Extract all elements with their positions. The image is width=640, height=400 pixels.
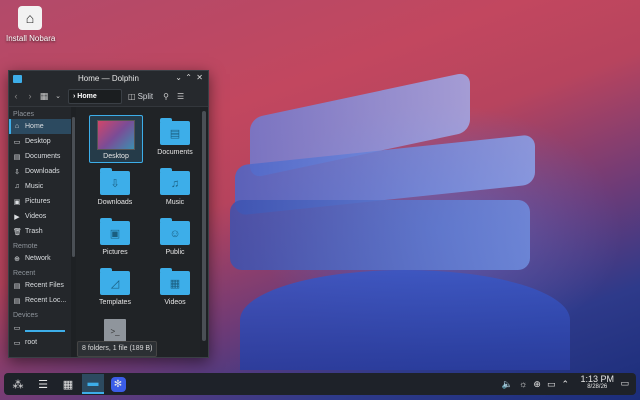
- network-icon: ⊕: [14, 255, 20, 263]
- back-icon[interactable]: ‹: [9, 91, 23, 101]
- sidebar-item-downloads[interactable]: ⇩ Downloads: [9, 164, 71, 179]
- sidebar-item-pictures[interactable]: ▣ Pictures: [9, 194, 71, 209]
- launcher-icon: ⁂: [12, 378, 24, 391]
- folder-icon: ▬: [87, 377, 99, 389]
- volume-icon[interactable]: 🔈: [502, 379, 513, 390]
- location-bar[interactable]: › Home: [68, 88, 122, 104]
- file-view-scroll-thumb[interactable]: [202, 111, 206, 341]
- view-dropdown-icon[interactable]: ⌄: [51, 92, 65, 100]
- remote-heading: Remote: [13, 243, 38, 250]
- trash-icon: 🗑: [13, 228, 22, 236]
- folder-icon: ▤: [160, 118, 190, 145]
- folder-videos-icon: ▦: [160, 268, 190, 295]
- file-item-music[interactable]: ♫ Music: [149, 165, 201, 211]
- sidebar-item-desktop[interactable]: ▭ Desktop: [9, 134, 71, 149]
- titlebar[interactable]: Home — Dolphin ⌄ ⌃ ✕: [9, 71, 208, 86]
- drive-icon: ▭: [13, 339, 21, 347]
- file-item-videos[interactable]: ▦ Videos: [149, 265, 201, 311]
- file-item-desktop[interactable]: Desktop: [89, 115, 143, 163]
- sidebar-item-network[interactable]: ⊕ Network: [9, 251, 71, 266]
- sidebar-item-documents[interactable]: ▤ Documents: [9, 149, 71, 164]
- download-icon: ⇩: [14, 168, 20, 176]
- recent-locations-icon: ▤: [13, 297, 21, 305]
- sidebar-item-root[interactable]: ▭ root: [9, 335, 71, 350]
- sidebar-item-recent-locations[interactable]: ▤ Recent Loc...: [9, 293, 71, 308]
- taskbar-snowflake-app[interactable]: ✻: [107, 374, 129, 394]
- file-item-downloads[interactable]: ⇩ Downloads: [89, 165, 141, 211]
- desktop-thumbnail: [97, 120, 135, 150]
- recent-files-icon: ▤: [13, 282, 21, 290]
- display-icon[interactable]: ▭: [547, 379, 556, 390]
- wallpaper-swoosh: [240, 270, 570, 370]
- clock-date: 8/28/26: [587, 384, 608, 390]
- file-item-pictures[interactable]: ▣ Pictures: [89, 215, 141, 261]
- forward-icon[interactable]: ›: [23, 91, 37, 101]
- task-switcher-button[interactable]: ☰: [32, 374, 54, 394]
- discover-button[interactable]: ▦: [57, 374, 79, 394]
- show-desktop-icon[interactable]: ▭: [620, 378, 629, 389]
- sidebar-item-recent-files[interactable]: ▤ Recent Files: [9, 278, 71, 293]
- clock[interactable]: 1:13 PM 8/28/26: [580, 374, 614, 390]
- minimize-button[interactable]: ⌄: [175, 73, 182, 82]
- install-nobara-icon[interactable]: ⌂ Install Nobara: [6, 6, 56, 43]
- tray-expand-icon[interactable]: ⌃: [561, 379, 569, 390]
- places-heading: Places: [13, 111, 35, 118]
- sidebar-item-trash[interactable]: 🗑 Trash: [9, 224, 71, 239]
- places-scroll-thumb[interactable]: [72, 117, 75, 257]
- file-view-scrollbar[interactable]: [200, 107, 208, 357]
- dolphin-window[interactable]: Home — Dolphin ⌄ ⌃ ✕ ‹ › ▦ ⌄ › Home ◫ Sp…: [8, 70, 209, 358]
- wallpaper-swoosh: [230, 200, 530, 270]
- places-panel: Places ⌂ Home ▭ Desktop ▤ Documents ⇩ Downlo…: [9, 107, 72, 357]
- sidebar-item-home[interactable]: ⌂ Home: [9, 119, 71, 134]
- network-icon[interactable]: ⊕: [533, 379, 541, 390]
- sidebar-item-music[interactable]: ♫ Music: [9, 179, 71, 194]
- discover-icon: ▦: [62, 378, 74, 391]
- home-icon: ⌂: [14, 123, 20, 130]
- clock-time: 1:13 PM: [580, 374, 614, 384]
- app-launcher-button[interactable]: ⁂: [7, 374, 29, 394]
- folder-music-icon: ♫: [160, 168, 190, 195]
- taskbar-dolphin[interactable]: ▬: [82, 374, 104, 394]
- installer-icon: ⌂: [18, 6, 42, 30]
- video-icon: ▶: [14, 213, 20, 221]
- drive-icon: ▭: [13, 324, 21, 332]
- recent-heading: Recent: [13, 270, 36, 277]
- sidebar-item-videos[interactable]: ▶ Videos: [9, 209, 71, 224]
- folder-public-icon: ☺: [160, 218, 190, 245]
- install-nobara-label: Install Nobara: [6, 34, 56, 43]
- file-item-documents[interactable]: ▤ Documents: [149, 115, 201, 161]
- file-view: Desktop ▤ Documents ⇩ Downloads ♫ Music …: [77, 107, 200, 357]
- status-bar: 8 folders, 1 file (189 B): [77, 341, 158, 357]
- places-scrollbar[interactable]: [71, 107, 76, 357]
- brightness-icon[interactable]: ☼: [519, 379, 527, 389]
- menu-icon[interactable]: ☰: [177, 92, 184, 101]
- split-button[interactable]: Split: [138, 92, 154, 101]
- settings-sliders-icon: ☰: [38, 378, 48, 391]
- folder-download-icon: ⇩: [100, 168, 130, 195]
- view-mode-icon[interactable]: ▦: [37, 91, 51, 102]
- maximize-button[interactable]: ⌃: [185, 73, 192, 82]
- folder-pictures-icon: ▣: [100, 218, 130, 245]
- toolbar: ‹ › ▦ ⌄ › Home ◫ Split ⚲ ☰: [9, 86, 208, 107]
- search-icon[interactable]: ⚲: [163, 92, 169, 101]
- file-item-templates[interactable]: ◿ Templates: [89, 265, 141, 311]
- disk-usage-bar: [25, 329, 65, 332]
- folder-templates-icon: ◿: [100, 268, 130, 295]
- file-item-public[interactable]: ☺ Public: [149, 215, 201, 261]
- taskbar: ⁂ ☰ ▦ ▬ ✻ 🔈 ☼ ⊕ ▭ ⌃ 1:13 PM 8/28/26 ▭: [4, 373, 636, 395]
- picture-icon: ▣: [13, 198, 21, 206]
- location-text: Home: [77, 92, 97, 100]
- split-icon: ◫: [128, 91, 136, 101]
- music-icon: ♫: [14, 183, 20, 190]
- devices-heading: Devices: [13, 312, 38, 319]
- close-button[interactable]: ✕: [196, 73, 203, 82]
- desktop-icon: ▭: [13, 138, 21, 146]
- document-icon: ▤: [13, 153, 21, 161]
- snowflake-icon: ✻: [110, 376, 126, 392]
- sidebar-item-disk[interactable]: ▭: [9, 320, 71, 335]
